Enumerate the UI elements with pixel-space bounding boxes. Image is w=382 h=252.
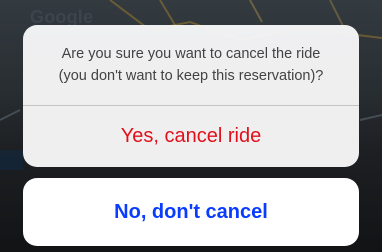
yes-cancel-ride-button[interactable]: Yes, cancel ride [23,106,359,167]
no-dont-cancel-button[interactable]: No, don't cancel [23,178,359,246]
action-sheet: Are you sure you want to cancel the ride… [23,25,359,167]
message-line-2: (you don't want to keep this reservation… [58,68,324,84]
dismiss-label: No, don't cancel [114,200,268,223]
alert-message: Are you sure you want to cancel the ride… [23,25,359,105]
message-line-1: Are you sure you want to cancel the ride [61,46,321,62]
